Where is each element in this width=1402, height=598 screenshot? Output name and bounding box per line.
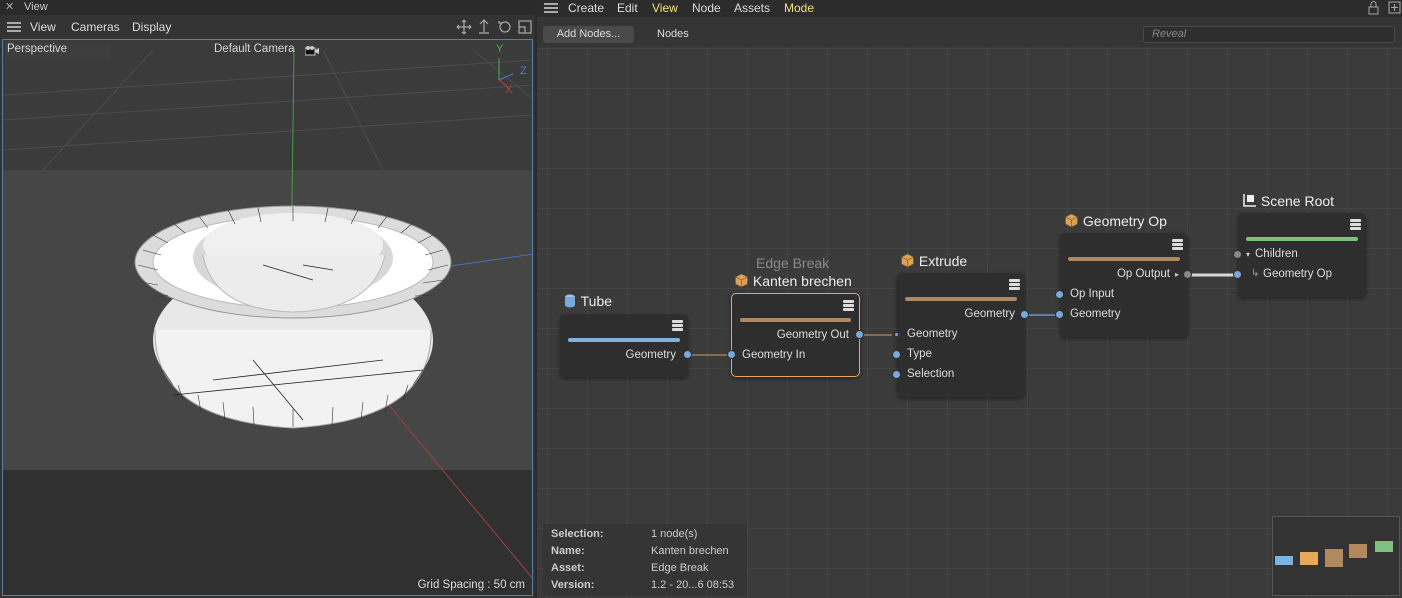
port-label: Geometry — [964, 308, 1016, 320]
port-label: Children — [1255, 248, 1298, 260]
node-asset-name: Edge Break — [756, 255, 830, 271]
minimap-node — [1325, 549, 1343, 567]
arrow-right-icon: ▸ — [1174, 270, 1179, 279]
port-label: Geometry — [907, 328, 958, 340]
cube-icon — [735, 273, 748, 288]
output-port[interactable] — [683, 350, 692, 359]
node-scene-root[interactable]: ▾ Children ↳ Geometry Op — [1238, 213, 1366, 297]
menu-cameras[interactable]: Cameras — [71, 20, 120, 34]
port-label: Geometry — [1070, 308, 1121, 320]
node-scene-root-title: Scene Root — [1242, 193, 1334, 209]
menu-view[interactable]: View — [30, 20, 56, 34]
axis-x-label: X — [505, 84, 513, 96]
input-port[interactable] — [892, 350, 901, 359]
node-geometry-op[interactable]: Op Output ▸ Op Input Geometry — [1060, 233, 1188, 337]
selection-info-panel: Selection: 1 node(s) Name: Kanten breche… — [543, 524, 747, 596]
viewport-panel: ✕ View View Cameras Display Perspective … — [0, 0, 535, 598]
port-label: Geometry Op — [1263, 268, 1333, 280]
minimap-node — [1375, 541, 1393, 552]
node-menu-icon[interactable] — [1350, 219, 1361, 230]
output-port[interactable] — [1183, 270, 1192, 279]
panel-title: View — [24, 1, 48, 13]
info-value: Kanten brechen — [651, 545, 729, 557]
grid-spacing-label: Grid Spacing : 50 cm — [417, 579, 525, 591]
node-minimap[interactable] — [1272, 516, 1400, 596]
input-port[interactable] — [892, 370, 901, 379]
port-label: Geometry Out — [776, 329, 849, 341]
close-icon[interactable]: ✕ — [5, 0, 14, 13]
port-label: Op Input — [1070, 288, 1115, 300]
node-menu-icon[interactable] — [1009, 279, 1020, 290]
3d-viewport[interactable]: Perspective Default Camera Y Z X Grid Sp… — [2, 39, 533, 596]
input-port[interactable] — [1055, 310, 1064, 319]
node-menu-icon[interactable] — [1172, 239, 1183, 250]
child-link-icon: ↳ — [1251, 268, 1260, 279]
output-port[interactable] — [855, 330, 864, 339]
axis-y-label: Y — [496, 43, 504, 55]
tube-icon — [565, 294, 575, 308]
camera-icon[interactable] — [304, 45, 319, 56]
info-key: Asset: — [551, 562, 585, 574]
input-port[interactable] — [1055, 290, 1064, 299]
info-key: Version: — [551, 579, 595, 591]
axis-z-label: Z — [520, 65, 527, 77]
port-label: Op Output — [1116, 268, 1170, 280]
node-extrude-title: Extrude — [900, 253, 967, 269]
minimap-node — [1349, 544, 1367, 558]
node-editor[interactable]: Create Edit View Node Assets Mode Add No… — [537, 0, 1402, 598]
node-edge-break-title: Kanten brechen — [734, 273, 852, 289]
node-menu-icon[interactable] — [843, 300, 854, 311]
output-port[interactable] — [1020, 310, 1029, 319]
info-value: Edge Break — [651, 562, 709, 574]
panel-title-bar: ✕ View — [0, 0, 535, 15]
node-edge-break[interactable]: Geometry Out Geometry In — [731, 293, 860, 377]
info-key: Selection: — [551, 528, 604, 540]
viewport-menubar: View Cameras Display — [0, 15, 535, 39]
menu-display[interactable]: Display — [132, 20, 171, 34]
scene-root-icon — [1243, 194, 1256, 207]
node-extrude[interactable]: Geometry Geometry Type Selection — [897, 273, 1025, 397]
info-value: 1 node(s) — [651, 528, 698, 540]
input-port[interactable] — [1233, 270, 1242, 279]
hamburger-icon[interactable] — [7, 22, 21, 32]
camera-label[interactable]: Default Camera — [214, 43, 295, 55]
info-key: Name: — [551, 545, 585, 557]
minimap-node — [1275, 556, 1293, 565]
input-port[interactable] — [727, 350, 736, 359]
node-tube[interactable]: Geometry — [560, 314, 688, 377]
info-value: 1.2 - 20...6 08:53 — [651, 579, 735, 591]
chevron-down-icon[interactable]: ▾ — [1246, 250, 1250, 259]
node-menu-icon[interactable] — [672, 320, 683, 331]
input-port[interactable] — [892, 330, 901, 339]
minimap-node — [1300, 552, 1318, 565]
port-label: Selection — [907, 368, 955, 380]
cube-icon — [1065, 213, 1078, 228]
cube-icon — [901, 253, 914, 268]
input-port[interactable] — [1233, 250, 1242, 259]
node-geometry-op-title: Geometry Op — [1064, 213, 1167, 229]
viewport-nav-icons[interactable] — [455, 19, 533, 35]
port-label: Type — [907, 348, 932, 360]
node-tube-title: Tube — [564, 293, 612, 309]
viewport-label[interactable]: Perspective — [6, 43, 110, 59]
port-label: Geometry In — [742, 349, 806, 361]
port-label: Geometry — [625, 349, 677, 361]
